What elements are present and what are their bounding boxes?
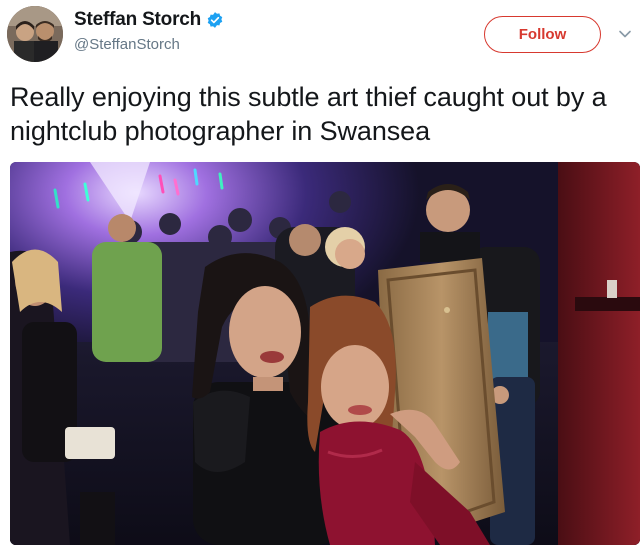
author-name-row[interactable]: Steffan Storch: [74, 9, 224, 31]
author-handle[interactable]: @SteffanStorch: [74, 36, 180, 53]
nightclub-photo[interactable]: [10, 162, 640, 545]
follow-button[interactable]: Follow: [484, 16, 601, 53]
author-display-name[interactable]: Steffan Storch: [74, 9, 201, 31]
tweet-header: Steffan Storch @SteffanStorch Follow: [0, 0, 640, 70]
verified-badge-icon: [206, 11, 224, 29]
chevron-down-icon[interactable]: [617, 26, 633, 42]
avatar[interactable]: [7, 6, 63, 62]
tweet-text: Really enjoying this subtle art thief ca…: [10, 82, 607, 146]
